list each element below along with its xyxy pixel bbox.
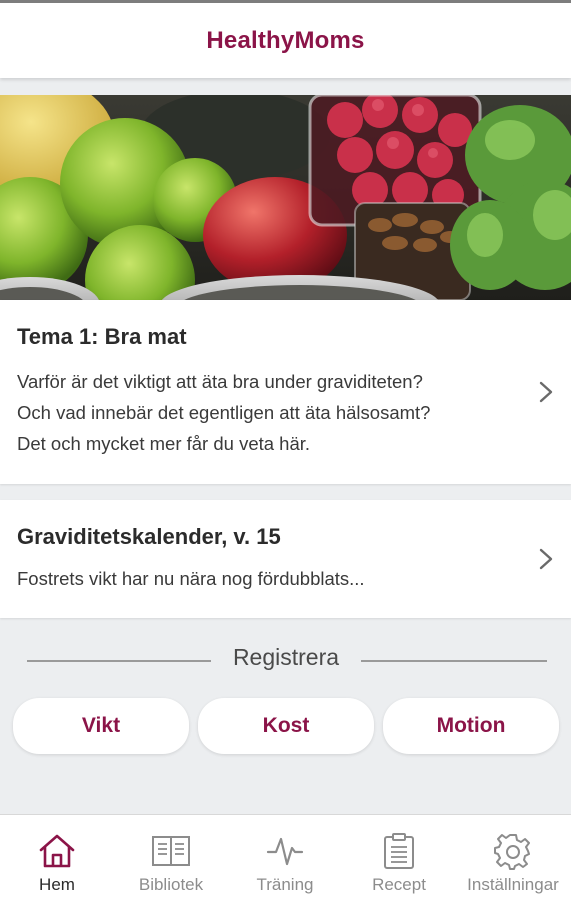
register-buttons: Vikt Kost Motion <box>0 698 571 756</box>
gear-icon <box>493 831 533 871</box>
clipboard-icon <box>379 831 419 871</box>
book-icon <box>151 831 191 871</box>
register-weight-button[interactable]: Vikt <box>13 698 189 754</box>
home-icon <box>37 831 77 871</box>
chevron-right-icon <box>539 548 553 570</box>
nav-label-library: Bibliotek <box>138 875 204 894</box>
nav-item-recipes[interactable]: Recept <box>342 815 456 900</box>
nav-item-library[interactable]: Bibliotek <box>114 815 228 900</box>
app-title: HealthyMoms <box>206 26 365 54</box>
theme-card-line: Och vad innebär det egentligen att äta h… <box>17 402 431 423</box>
calendar-card-text: Fostrets vikt har nu nära nog fördubblat… <box>17 568 365 589</box>
register-diet-button[interactable]: Kost <box>198 698 374 754</box>
nav-label-settings: Inställningar <box>467 875 559 894</box>
theme-card[interactable]: Tema 1: Bra mat Varför är det viktigt at… <box>0 300 571 484</box>
hero-image[interactable] <box>0 95 571 300</box>
theme-card-line: Varför är det viktigt att äta bra under … <box>17 371 423 392</box>
calendar-card-title: Graviditetskalender, v. 15 <box>17 524 281 549</box>
register-label: Registrera <box>232 644 340 670</box>
divider-line <box>27 660 211 662</box>
activity-icon <box>265 831 305 871</box>
pregnancy-calendar-card[interactable]: Graviditetskalender, v. 15 Fostrets vikt… <box>0 500 571 618</box>
nav-label-recipes: Recept <box>372 875 426 894</box>
theme-card-description: Varför är det viktigt att äta bra under … <box>17 366 517 459</box>
food-photo-illustration <box>0 95 571 300</box>
register-section-header: Registrera <box>0 642 571 676</box>
theme-card-line: Det och mycket mer får du veta här. <box>17 433 311 454</box>
register-exercise-button[interactable]: Motion <box>383 698 559 754</box>
nav-label-training: Träning <box>256 875 314 894</box>
divider-line <box>361 660 547 662</box>
nav-item-home[interactable]: Hem <box>0 815 114 900</box>
app-header: HealthyMoms <box>0 0 571 78</box>
nav-item-settings[interactable]: Inställningar <box>456 815 570 900</box>
bottom-navigation: Hem Bibliotek Träning Recept Inställning… <box>0 814 571 900</box>
chevron-right-icon <box>539 381 553 403</box>
theme-card-title: Tema 1: Bra mat <box>17 324 187 349</box>
nav-label-home: Hem <box>39 875 75 894</box>
nav-item-training[interactable]: Träning <box>228 815 342 900</box>
